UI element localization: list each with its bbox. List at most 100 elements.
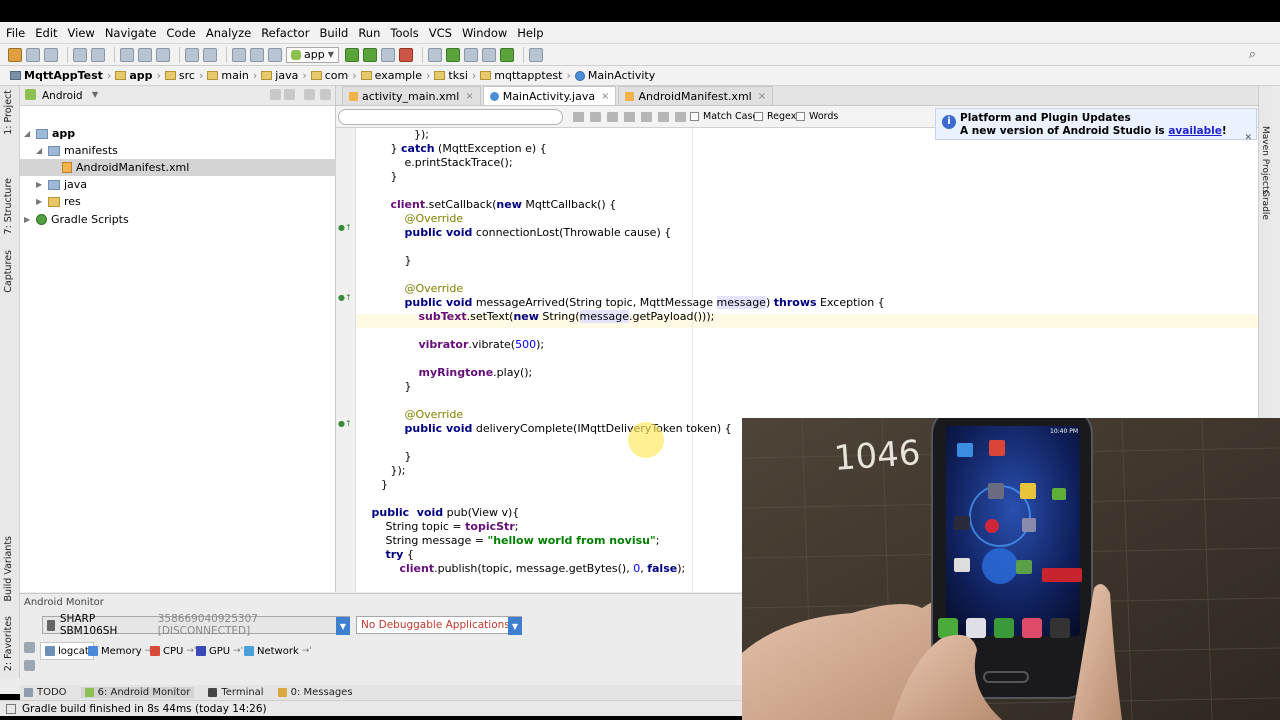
menu-navigate[interactable]: Navigate <box>105 26 157 40</box>
gradle-tool-button[interactable]: Gradle <box>1260 190 1270 220</box>
code-line[interactable]: @Override <box>391 282 464 296</box>
tab-main-activity-java[interactable]: MainActivity.java × <box>482 86 617 105</box>
menu-run[interactable]: Run <box>358 26 380 40</box>
available-link[interactable]: available <box>1168 125 1222 137</box>
build-variants-tool-button[interactable]: Build Variants <box>3 536 14 602</box>
breadcrumb-item[interactable]: java › <box>261 69 307 82</box>
collapse-arrow-icon[interactable]: ▶ <box>24 215 36 224</box>
device-select[interactable]: SHARP SBM106SH 358669040925307 [DISCONNE… <box>42 613 350 637</box>
words-checkbox[interactable]: Words <box>796 111 838 122</box>
previous-occurrence-icon[interactable] <box>573 112 584 122</box>
override-marker-icon[interactable]: ●↑ <box>338 293 352 302</box>
regex-checkbox[interactable]: Regex <box>754 111 796 122</box>
close-icon[interactable]: × <box>465 91 473 102</box>
menu-edit[interactable]: Edit <box>35 26 57 40</box>
tab-android-manifest-xml[interactable]: AndroidManifest.xml × <box>618 86 774 105</box>
expand-arrow-icon[interactable]: ◢ <box>36 146 48 155</box>
app-select[interactable]: No Debuggable Applications ▼ <box>356 616 522 635</box>
code-line[interactable]: String topic = topicStr; <box>372 520 518 534</box>
code-line[interactable]: public void deliveryComplete(IMqttDelive… <box>391 422 732 436</box>
breadcrumb-item[interactable]: com › <box>310 69 357 82</box>
project-view-selector[interactable]: Android <box>42 90 83 102</box>
code-line[interactable]: vibrator.vibrate(500); <box>391 338 544 352</box>
breadcrumb-item[interactable]: main › <box>207 69 257 82</box>
menu-view[interactable]: View <box>68 26 95 40</box>
debug-icon[interactable] <box>362 47 377 62</box>
code-line[interactable]: } <box>391 450 411 464</box>
code-line[interactable]: } <box>381 478 388 492</box>
tab-logcat[interactable]: logcat <box>40 642 94 660</box>
expand-arrow-icon[interactable]: ◢ <box>24 129 36 138</box>
collapse-arrow-icon[interactable]: ▶ <box>36 197 48 206</box>
breadcrumb-item[interactable]: mqttapptest › <box>480 69 571 82</box>
search-everywhere-icon[interactable]: ⌕ <box>1249 47 1256 62</box>
record-icon[interactable] <box>24 660 35 671</box>
update-notification[interactable]: i Platform and Plugin Updates A new vers… <box>935 108 1257 143</box>
breadcrumb-item[interactable]: tksi › <box>434 69 476 82</box>
menu-refactor[interactable]: Refactor <box>261 26 309 40</box>
gear-icon[interactable] <box>304 89 315 100</box>
menu-code[interactable]: Code <box>166 26 195 40</box>
match-case-checkbox[interactable]: Match Case <box>690 111 758 122</box>
avd-manager-icon[interactable] <box>463 47 478 62</box>
tool-window-messages[interactable]: 0: Messages <box>277 687 353 698</box>
collapse-arrow-icon[interactable]: ▶ <box>36 180 48 189</box>
next-occurrence-icon[interactable] <box>590 112 601 122</box>
override-marker-icon[interactable]: ●↑ <box>338 223 352 232</box>
tree-item-manifests[interactable]: ◢ manifests <box>36 142 118 159</box>
menu-tools[interactable]: Tools <box>390 26 418 40</box>
breadcrumb-item[interactable]: src › <box>164 69 203 82</box>
tab-network[interactable]: Network →' <box>244 642 312 660</box>
hide-panel-icon[interactable] <box>320 89 331 100</box>
tree-item-java[interactable]: ▶ java <box>36 176 87 193</box>
tree-item-app[interactable]: ◢ app <box>24 125 75 142</box>
code-line[interactable]: } <box>391 380 411 394</box>
code-line[interactable]: }); <box>391 464 406 478</box>
chevron-down-icon[interactable]: ▼ <box>508 617 522 635</box>
menu-file[interactable]: File <box>6 26 25 40</box>
forward-icon[interactable] <box>250 47 264 62</box>
find-input[interactable] <box>338 109 563 125</box>
remove-occurrence-icon[interactable] <box>624 112 635 122</box>
select-all-occurrences-icon[interactable] <box>641 112 652 122</box>
undo-icon[interactable] <box>73 47 87 62</box>
tab-gpu[interactable]: GPU →' <box>196 642 243 660</box>
make-project-icon[interactable] <box>268 47 282 62</box>
add-occurrence-icon[interactable] <box>607 112 618 122</box>
collapse-all-icon[interactable] <box>270 89 281 100</box>
tool-windows-toggle-icon[interactable] <box>6 703 16 714</box>
code-line[interactable]: client.publish(topic, message.getBytes()… <box>372 562 685 576</box>
copy-icon[interactable] <box>138 47 152 62</box>
open-folder-icon[interactable] <box>8 47 22 62</box>
code-line[interactable]: public void pub(View v){ <box>372 506 520 520</box>
replace-icon[interactable] <box>203 47 217 62</box>
breadcrumb-item[interactable]: MainActivity <box>574 69 655 82</box>
settings-icon[interactable] <box>675 112 686 122</box>
code-line[interactable]: public void connectionLost(Throwable cau… <box>391 226 672 240</box>
tool-window-todo[interactable]: TODO <box>24 687 67 698</box>
tree-item-gradle-scripts[interactable]: ▶ Gradle Scripts <box>24 211 129 228</box>
code-line[interactable]: myRingtone.play(); <box>391 366 532 380</box>
paste-icon[interactable] <box>156 47 170 62</box>
detach-icon[interactable]: →' <box>233 646 243 656</box>
code-line[interactable]: subText.setText(new String(message.getPa… <box>391 310 714 324</box>
menu-window[interactable]: Window <box>462 26 507 40</box>
maven-projects-tool-button[interactable]: Maven Projects <box>1260 126 1270 194</box>
menu-build[interactable]: Build <box>319 26 348 40</box>
detach-icon[interactable]: →' <box>186 646 196 656</box>
code-line[interactable]: public void messageArrived(String topic,… <box>391 296 885 310</box>
checkbox-box[interactable] <box>754 112 763 121</box>
menu-help[interactable]: Help <box>517 26 543 40</box>
find-icon[interactable] <box>185 47 199 62</box>
tab-memory[interactable]: Memory→' <box>88 642 155 660</box>
run-icon[interactable] <box>344 47 359 62</box>
code-line[interactable]: }); <box>400 128 429 142</box>
scroll-from-source-icon[interactable] <box>284 89 295 100</box>
project-tool-button[interactable]: 1: Project <box>3 90 14 135</box>
checkbox-box[interactable] <box>690 112 699 121</box>
attach-debugger-icon[interactable] <box>380 47 395 62</box>
structure-tool-button[interactable]: 7: Structure <box>3 178 14 234</box>
code-line[interactable]: } catch (MqttException e) { <box>391 142 547 156</box>
close-icon[interactable]: ✕ <box>1244 133 1252 143</box>
close-icon[interactable]: × <box>601 91 609 102</box>
